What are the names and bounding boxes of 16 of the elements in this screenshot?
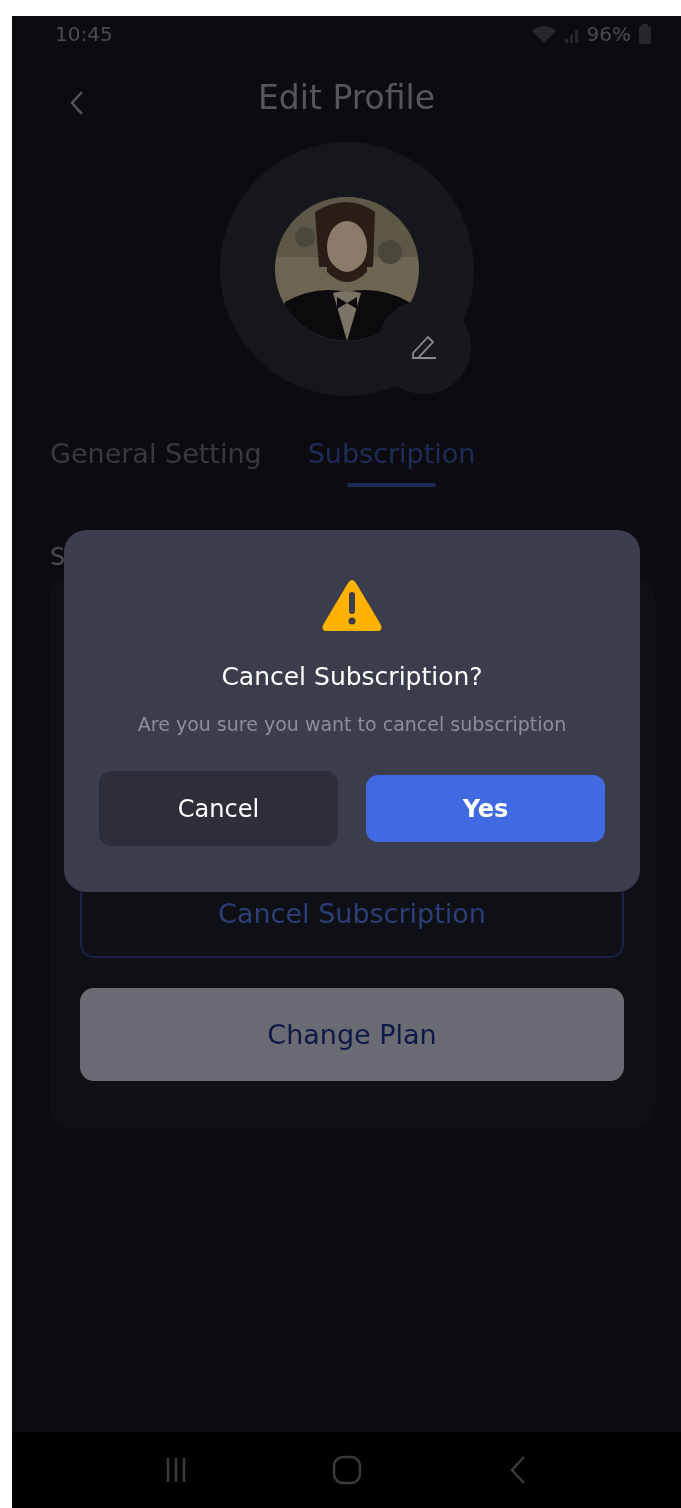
- plan-button[interactable]: Change Plan: [80, 988, 624, 1081]
- pencil-icon: [409, 333, 438, 361]
- battery-icon: [639, 24, 651, 44]
- home-icon[interactable]: [332, 1455, 363, 1485]
- dialog-message: Are you sure you want to cancel subscription: [137, 713, 567, 735]
- cancel-button[interactable]: Cancel: [99, 771, 338, 846]
- confirm-button[interactable]: Yes: [366, 775, 605, 842]
- recents-icon[interactable]: [164, 1456, 187, 1484]
- warning-icon: [321, 578, 383, 632]
- battery-level: 96%: [586, 22, 631, 46]
- status-time: 10:45: [55, 22, 113, 46]
- page-title: Edit Profile: [258, 77, 435, 117]
- section-title: S: [50, 543, 67, 573]
- wifi-icon: [530, 25, 557, 43]
- back-icon[interactable]: [70, 90, 84, 116]
- dialog-title: Cancel Subscription?: [221, 662, 483, 691]
